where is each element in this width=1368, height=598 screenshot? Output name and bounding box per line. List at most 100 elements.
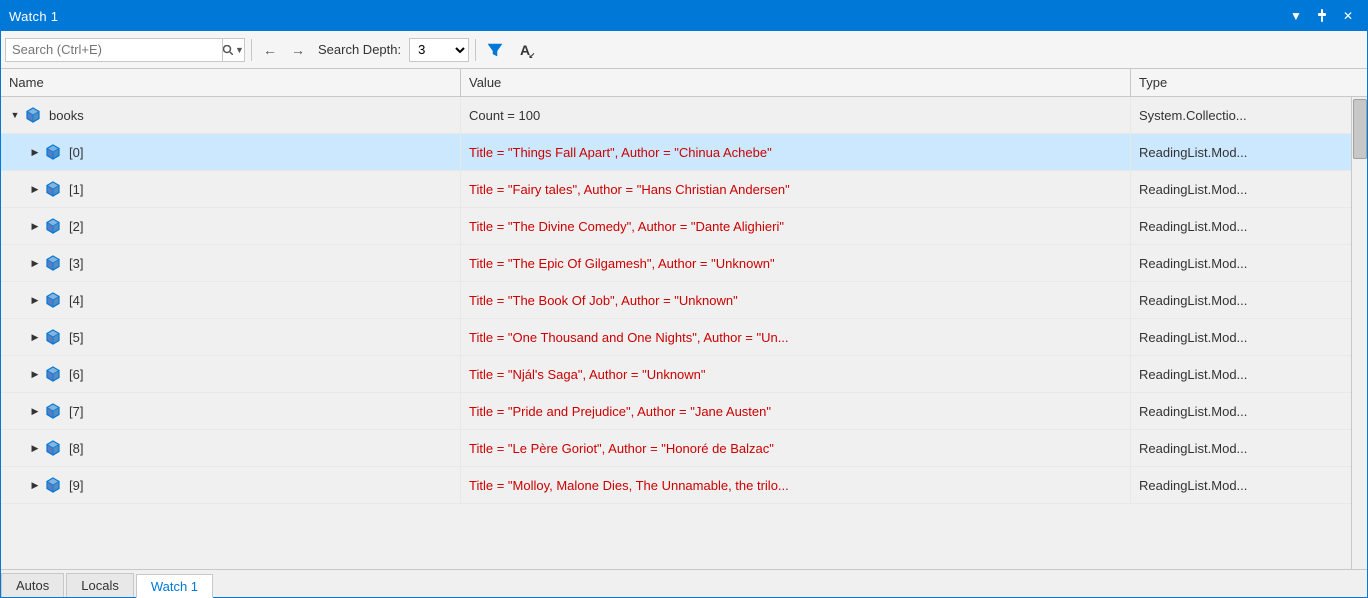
table-row[interactable]: ▶ [9] Title = "Molloy, Malone Dies, The … xyxy=(1,467,1351,504)
expand-arrow[interactable]: ▼ xyxy=(9,109,21,121)
dropdown-button[interactable]: ▼ xyxy=(1285,5,1307,27)
table-row[interactable]: ▶ [1] Title = "Fairy tales", Author = "H… xyxy=(1,171,1351,208)
expand-arrow[interactable]: ▶ xyxy=(29,294,41,306)
cell-value: Title = "The Epic Of Gilgamesh", Author … xyxy=(461,245,1131,281)
col-header-value: Value xyxy=(461,69,1131,96)
close-button[interactable]: ✕ xyxy=(1337,5,1359,27)
expand-arrow[interactable]: ▶ xyxy=(29,183,41,195)
expand-arrow[interactable]: ▶ xyxy=(29,405,41,417)
cell-name: ▶ [0] xyxy=(1,134,461,170)
cell-value: Title = "Fairy tales", Author = "Hans Ch… xyxy=(461,171,1131,207)
row-type-label: ReadingList.Mod... xyxy=(1139,293,1247,308)
expand-arrow[interactable]: ▶ xyxy=(29,220,41,232)
nav-back-button[interactable]: ← xyxy=(258,38,282,62)
col-header-name: Name xyxy=(1,69,461,96)
expand-arrow[interactable]: ▶ xyxy=(29,479,41,491)
pin-button[interactable] xyxy=(1311,5,1333,27)
scrollbar-thumb[interactable] xyxy=(1353,99,1367,159)
search-box: ▼ xyxy=(5,38,245,62)
table-row[interactable]: ▶ [5] Title = "One Thousand and One Nigh… xyxy=(1,319,1351,356)
table-row[interactable]: ▶ [0] Title = "Things Fall Apart", Autho… xyxy=(1,134,1351,171)
cell-type: System.Collectio... xyxy=(1131,97,1351,133)
search-depth-select[interactable]: 1 2 3 4 5 xyxy=(409,38,469,62)
expand-arrow[interactable]: ▶ xyxy=(29,257,41,269)
separator-2 xyxy=(475,39,476,61)
cell-type: ReadingList.Mod... xyxy=(1131,467,1351,503)
cell-value: Title = "The Book Of Job", Author = "Unk… xyxy=(461,282,1131,318)
title-bar: Watch 1 ▼ ✕ xyxy=(1,1,1367,31)
scrollbar-track[interactable] xyxy=(1351,97,1367,569)
cube-icon xyxy=(45,218,61,234)
table-row[interactable]: ▶ [8] Title = "Le Père Goriot", Author =… xyxy=(1,430,1351,467)
cube-icon xyxy=(45,181,61,197)
content-area: ▼ books Count = 100 System.Collectio... … xyxy=(1,97,1367,569)
expand-arrow[interactable]: ▶ xyxy=(29,368,41,380)
row-type-label: ReadingList.Mod... xyxy=(1139,330,1247,345)
row-name-label: [8] xyxy=(69,441,83,456)
row-name-label: [9] xyxy=(69,478,83,493)
col-header-type: Type xyxy=(1131,69,1351,96)
table-row[interactable]: ▶ [6] Title = "Njál's Saga", Author = "U… xyxy=(1,356,1351,393)
row-type-label: ReadingList.Mod... xyxy=(1139,219,1247,234)
search-depth-label: Search Depth: xyxy=(318,42,401,57)
row-type-label: ReadingList.Mod... xyxy=(1139,441,1247,456)
cell-name: ▶ [2] xyxy=(1,208,461,244)
cube-icon xyxy=(45,366,61,382)
row-value-label: Title = "The Epic Of Gilgamesh", Author … xyxy=(469,256,775,271)
row-name-label: books xyxy=(49,108,84,123)
nav-forward-button[interactable]: → xyxy=(286,38,310,62)
search-type-dropdown[interactable]: ▼ xyxy=(222,39,244,61)
row-name-label: [6] xyxy=(69,367,83,382)
toolbar: ▼ ← → Search Depth: 1 2 3 4 5 A ↙ xyxy=(1,31,1367,69)
search-input[interactable] xyxy=(6,42,222,57)
cell-type: ReadingList.Mod... xyxy=(1131,171,1351,207)
watch-window: Watch 1 ▼ ✕ ▼ xyxy=(0,0,1368,598)
cell-type: ReadingList.Mod... xyxy=(1131,245,1351,281)
cell-value: Count = 100 xyxy=(461,97,1131,133)
tab-locals[interactable]: Locals xyxy=(66,573,134,597)
row-type-label: ReadingList.Mod... xyxy=(1139,145,1247,160)
row-value-label: Title = "Njál's Saga", Author = "Unknown… xyxy=(469,367,706,382)
row-name-label: [1] xyxy=(69,182,83,197)
row-name-label: [7] xyxy=(69,404,83,419)
row-name-label: [2] xyxy=(69,219,83,234)
table-row[interactable]: ▼ books Count = 100 System.Collectio... xyxy=(1,97,1351,134)
az-cursor: ↙ xyxy=(528,51,535,60)
row-value-label: Title = "Molloy, Malone Dies, The Unnama… xyxy=(469,478,789,493)
filter-button[interactable] xyxy=(482,37,508,63)
cell-value: Title = "Pride and Prejudice", Author = … xyxy=(461,393,1131,429)
tab-watch1[interactable]: Watch 1 xyxy=(136,574,213,598)
cell-name: ▼ books xyxy=(1,97,461,133)
table-body[interactable]: ▼ books Count = 100 System.Collectio... … xyxy=(1,97,1351,569)
tab-autos[interactable]: Autos xyxy=(1,573,64,597)
az-label: A ↙ xyxy=(520,42,530,58)
row-type-label: ReadingList.Mod... xyxy=(1139,367,1247,382)
row-type-label: ReadingList.Mod... xyxy=(1139,404,1247,419)
cell-name: ▶ [5] xyxy=(1,319,461,355)
cell-name: ▶ [6] xyxy=(1,356,461,392)
cell-type: ReadingList.Mod... xyxy=(1131,208,1351,244)
row-value-label: Title = "Le Père Goriot", Author = "Hono… xyxy=(469,441,774,456)
cube-icon xyxy=(45,255,61,271)
table-row[interactable]: ▶ [3] Title = "The Epic Of Gilgamesh", A… xyxy=(1,245,1351,282)
table-row[interactable]: ▶ [7] Title = "Pride and Prejudice", Aut… xyxy=(1,393,1351,430)
cell-value: Title = "The Divine Comedy", Author = "D… xyxy=(461,208,1131,244)
row-value-label: Title = "Fairy tales", Author = "Hans Ch… xyxy=(469,182,790,197)
az-sort-button[interactable]: A ↙ xyxy=(512,37,538,63)
table-row[interactable]: ▶ [4] Title = "The Book Of Job", Author … xyxy=(1,282,1351,319)
expand-arrow[interactable]: ▶ xyxy=(29,146,41,158)
separator-1 xyxy=(251,39,252,61)
expand-arrow[interactable]: ▶ xyxy=(29,442,41,454)
cube-icon xyxy=(45,403,61,419)
table-row[interactable]: ▶ [2] Title = "The Divine Comedy", Autho… xyxy=(1,208,1351,245)
title-bar-buttons: ▼ ✕ xyxy=(1285,5,1359,27)
expand-arrow[interactable]: ▶ xyxy=(29,331,41,343)
cube-icon xyxy=(45,477,61,493)
cell-name: ▶ [7] xyxy=(1,393,461,429)
row-value-label: Title = "Things Fall Apart", Author = "C… xyxy=(469,145,772,160)
cube-icon xyxy=(45,329,61,345)
cell-type: ReadingList.Mod... xyxy=(1131,356,1351,392)
row-type-label: ReadingList.Mod... xyxy=(1139,182,1247,197)
title-bar-title: Watch 1 xyxy=(9,9,1285,24)
row-value-label: Title = "Pride and Prejudice", Author = … xyxy=(469,404,771,419)
